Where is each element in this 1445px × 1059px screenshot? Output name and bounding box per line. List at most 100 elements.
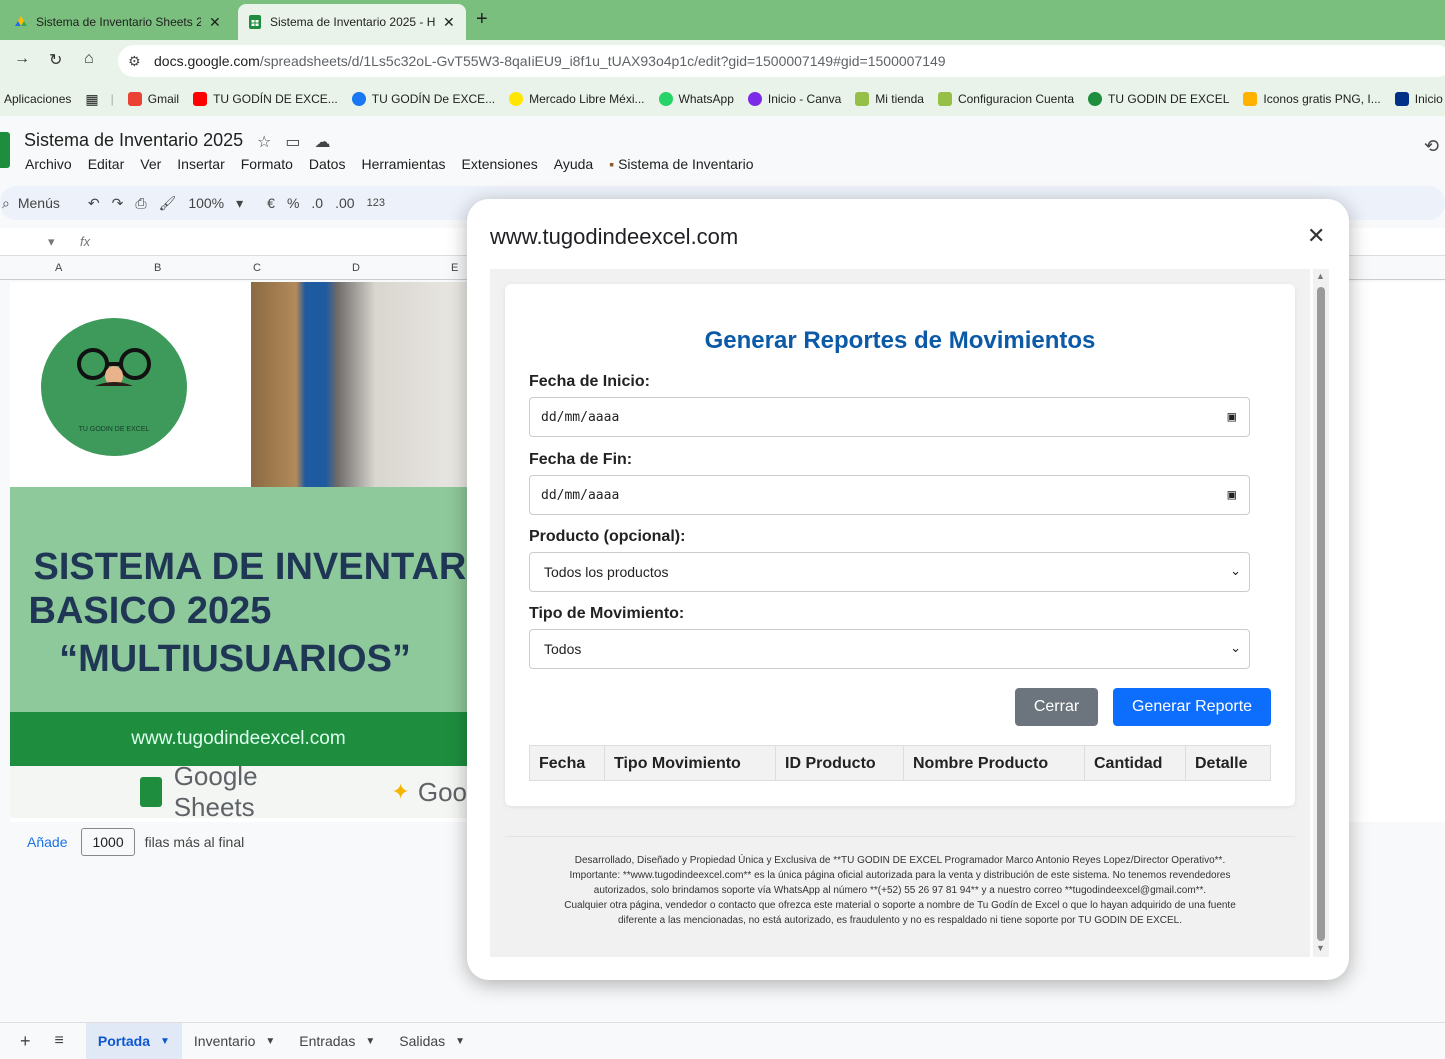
menu-archivo[interactable]: Archivo — [25, 156, 72, 172]
chevron-down-icon: ⌄ — [1230, 640, 1241, 655]
tab-inventario[interactable]: Inventario ▼ — [182, 1023, 287, 1059]
apps-grid-icon: ▦ — [85, 90, 99, 107]
bookmark-canva[interactable]: Inicio - Canva — [747, 92, 842, 106]
add-rows: Añade 1000 filas más al final — [27, 828, 244, 856]
vertical-scrollbar[interactable]: ▲ ▼ — [1313, 269, 1329, 957]
add-sheet-icon[interactable]: + — [20, 1031, 31, 1052]
menu-editar[interactable]: Editar — [88, 156, 125, 172]
bookmark-label: Configuracion Cuenta — [957, 92, 1075, 106]
reload-icon[interactable]: ↻ — [49, 50, 62, 70]
scrollbar-thumb[interactable] — [1317, 287, 1325, 941]
doc-title-icons: ☆ ▭ ☁ — [257, 132, 330, 152]
search-icon[interactable]: ⌕ — [2, 195, 10, 212]
url-field[interactable]: ⚙ docs.google.com/spreadsheets/d/1Ls5c32… — [118, 45, 1445, 77]
cloud-status-icon[interactable]: ☁ — [314, 132, 330, 152]
menu-ver[interactable]: Ver — [140, 156, 161, 172]
col-header-d[interactable]: D — [352, 262, 360, 274]
bookmark-shopify[interactable]: Mi tienda — [855, 92, 924, 106]
close-icon[interactable]: ✕ — [1307, 223, 1325, 249]
chevron-down-icon[interactable]: ▼ — [160, 1036, 170, 1047]
bookmark-label: Mi tienda — [875, 92, 924, 106]
percent-button[interactable]: % — [287, 195, 299, 211]
whatsapp-icon — [658, 92, 673, 106]
menu-ayuda[interactable]: Ayuda — [554, 156, 593, 172]
close-icon[interactable]: ✕ — [209, 14, 221, 31]
bookmark-label: Mercado Libre Méxi... — [529, 92, 645, 106]
forward-icon[interactable]: → — [14, 50, 30, 68]
menu-formato[interactable]: Formato — [241, 156, 293, 172]
chevron-down-icon[interactable]: ▾ — [236, 195, 243, 212]
movement-type-select[interactable]: Todos ⌄ — [529, 629, 1250, 669]
bookmark-facebook[interactable]: TU GODÍN De EXCE... — [351, 92, 495, 106]
bookmark-gmail[interactable]: Gmail — [127, 92, 179, 106]
browser-tab-1[interactable]: Sistema de Inventario Sheets 20 ✕ — [4, 4, 232, 40]
bookmark-tugodin[interactable]: TU GODIN DE EXCEL — [1088, 92, 1229, 106]
chevron-down-icon[interactable]: ▾ — [48, 234, 55, 250]
currency-button[interactable]: € — [267, 195, 275, 211]
bookmark-label: Inicio - Canva — [767, 92, 842, 106]
product-select[interactable]: Todos los productos ⌄ — [529, 552, 1250, 592]
close-button[interactable]: Cerrar — [1015, 688, 1098, 726]
banner-line: “MULTIUSUARIOS” — [59, 638, 411, 680]
menu-herramientas[interactable]: Herramientas — [361, 156, 445, 172]
scroll-up-icon[interactable]: ▲ — [1316, 271, 1325, 281]
site-settings-icon[interactable]: ⚙ — [128, 53, 141, 70]
redo-icon[interactable]: ↷ — [112, 195, 124, 212]
increase-decimal-button[interactable]: .00 — [335, 195, 354, 211]
col-cantidad: Cantidad — [1085, 746, 1186, 780]
end-date-input[interactable]: dd/mm/aaaa ▣ — [529, 475, 1250, 515]
menu-extensiones[interactable]: Extensiones — [461, 156, 537, 172]
start-date-input[interactable]: dd/mm/aaaa ▣ — [529, 397, 1250, 437]
new-tab-button[interactable]: + — [476, 8, 488, 31]
sheets-logo-icon[interactable] — [0, 132, 10, 168]
chevron-down-icon[interactable]: ▼ — [265, 1036, 275, 1047]
calendar-icon[interactable]: ▣ — [1228, 409, 1236, 425]
paint-format-icon[interactable]: 🖌 — [159, 195, 177, 212]
browser-tab-2[interactable]: Sistema de Inventario 2025 - Ho ✕ — [238, 4, 466, 40]
document-title[interactable]: Sistema de Inventario 2025 — [24, 130, 243, 151]
menu-datos[interactable]: Datos — [309, 156, 346, 172]
close-icon[interactable]: ✕ — [443, 14, 455, 31]
scroll-down-icon[interactable]: ▼ — [1316, 943, 1325, 953]
chevron-down-icon[interactable]: ▼ — [365, 1036, 375, 1047]
bookmark-config[interactable]: Configuracion Cuenta — [937, 92, 1075, 106]
bookmark-iconos[interactable]: Iconos gratis PNG, I... — [1243, 92, 1381, 106]
tab-portada[interactable]: Portada ▼ — [85, 1022, 182, 1059]
banner-line: BASICO 2025 — [28, 590, 272, 632]
form-heading: Generar Reportes de Movimientos — [704, 327, 1096, 354]
bookmark-apps[interactable]: Aplicaciones ▦ | — [4, 91, 114, 108]
menu-sistema-inventario[interactable]: ▪ Sistema de Inventario — [609, 156, 753, 172]
add-rows-button[interactable]: Añade — [27, 834, 67, 850]
tab-salidas[interactable]: Salidas ▼ — [387, 1023, 477, 1059]
col-header-e[interactable]: E — [451, 262, 458, 274]
col-header-c[interactable]: C — [253, 262, 261, 274]
bookmark-whatsapp[interactable]: WhatsApp — [658, 92, 734, 106]
google-sheets-row: Google Sheets ✦ Goo — [10, 761, 467, 822]
star-icon[interactable]: ☆ — [257, 132, 271, 152]
number-format-button[interactable]: 123 — [367, 197, 385, 209]
rows-count-input[interactable]: 1000 — [81, 828, 135, 856]
facebook-icon — [351, 92, 366, 106]
calendar-icon[interactable]: ▣ — [1228, 487, 1236, 503]
bookmark-youtube[interactable]: TU GODÍN DE EXCE... — [193, 92, 338, 106]
bookmark-label: TU GODÍN DE EXCE... — [213, 92, 338, 106]
home-icon[interactable]: ⌂ — [84, 50, 94, 68]
bookmark-paypal[interactable]: Inicio - — [1394, 92, 1445, 106]
generate-report-button[interactable]: Generar Reporte — [1113, 688, 1271, 726]
zoom-select[interactable]: 100% — [188, 195, 224, 211]
col-header-b[interactable]: B — [154, 262, 161, 274]
menus-search[interactable]: Menús — [18, 195, 60, 211]
tab-entradas[interactable]: Entradas ▼ — [287, 1023, 387, 1059]
all-sheets-icon[interactable]: ≡ — [55, 1032, 64, 1050]
decrease-decimal-button[interactable]: .0 — [311, 195, 323, 211]
move-folder-icon[interactable]: ▭ — [285, 132, 300, 152]
col-header-a[interactable]: A — [55, 262, 62, 274]
print-icon[interactable]: ⎙ — [135, 195, 146, 212]
bookmark-mercadolibre[interactable]: Mercado Libre Méxi... — [509, 92, 645, 106]
banner-line: SISTEMA DE INVENTARIO — [33, 546, 507, 588]
chevron-down-icon[interactable]: ▼ — [455, 1036, 465, 1047]
undo-icon[interactable]: ↶ — [88, 195, 100, 212]
history-icon[interactable]: ⟲ — [1424, 136, 1439, 157]
tab-label: Portada — [97, 1033, 150, 1049]
menu-insertar[interactable]: Insertar — [177, 156, 224, 172]
